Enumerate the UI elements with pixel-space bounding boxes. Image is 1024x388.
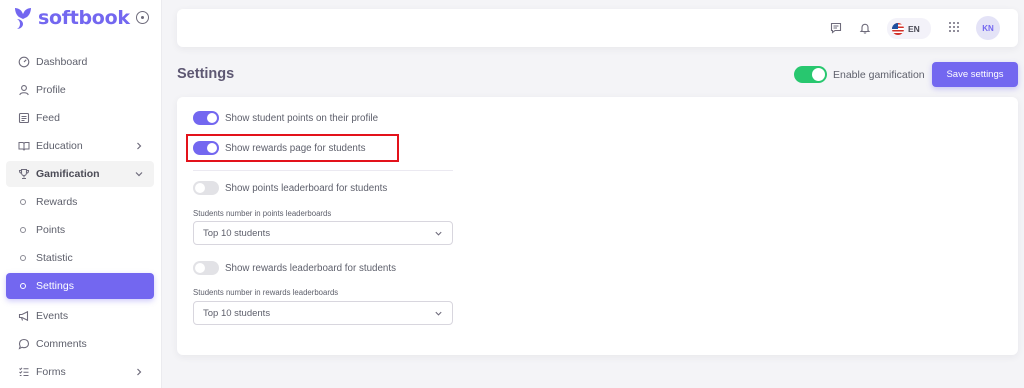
circle-icon [20,283,26,289]
rewards-leaderboard-count-label: Students number in rewards leaderboards [193,288,339,297]
chevron-down-icon [435,311,442,316]
select-value: Top 10 students [203,307,271,319]
user-icon [18,84,30,96]
comment-icon [18,338,30,350]
brand-name: softbook [38,7,130,29]
sidebar-item-label: Education [36,140,83,152]
megaphone-icon [18,310,30,322]
page-title: Settings [177,66,235,82]
apps-grid-icon[interactable] [949,22,960,33]
points-leaderboard-toggle[interactable] [193,181,219,195]
language-label: EN [908,23,920,34]
enable-gamification-label: Enable gamification [833,68,925,81]
sidebar-collapse-button[interactable] [136,11,149,24]
chevron-down-icon [135,172,143,177]
divider [193,170,453,171]
sidebar-item-label: Profile [36,84,66,96]
sidebar-item-points[interactable]: Points [6,217,154,243]
chevron-right-icon [137,142,142,150]
rewards-leaderboard-setting: Show rewards leaderboard for students [193,260,396,276]
points-leaderboard-count-label: Students number in points leaderboards [193,209,332,218]
trophy-icon [18,168,30,180]
chevron-down-icon [435,231,442,236]
sidebar-item-events[interactable]: Events [6,303,154,329]
rewards-leaderboard-toggle[interactable] [193,261,219,275]
enable-gamification[interactable]: Enable gamification [794,66,925,83]
sidebar-item-label: Points [36,224,66,236]
avatar[interactable]: KN [976,16,1000,40]
softbook-logo-icon [15,8,31,29]
sidebar-item-rewards[interactable]: Rewards [6,189,154,215]
circle-icon [20,227,26,233]
points-leaderboard-label: Show points leaderboard for students [225,182,388,194]
sidebar-item-feed[interactable]: Feed [6,105,154,131]
sidebar-item-label: Statistic [36,252,73,264]
sidebar-item-comments[interactable]: Comments [6,331,154,357]
sidebar-item-forms[interactable]: Forms [6,359,154,385]
rewards-page-label: Show rewards page for students [225,142,366,154]
sidebar-item-education[interactable]: Education [6,133,154,159]
sidebar-item-gamification[interactable]: Gamification [6,161,154,187]
rewards-page-toggle[interactable] [193,141,219,155]
sidebar-item-label: Forms [36,366,66,378]
rewards-leaderboard-label: Show rewards leaderboard for students [225,262,396,274]
sidebar-item-statistic[interactable]: Statistic [6,245,154,271]
us-flag-icon [892,22,904,35]
sidebar-item-profile[interactable]: Profile [6,77,154,103]
student-points-setting: Show student points on their profile [193,110,378,126]
rewards-leaderboard-count-select[interactable]: Top 10 students [193,301,453,325]
book-icon [18,140,30,152]
bell-icon[interactable] [859,22,871,34]
student-points-label: Show student points on their profile [225,112,379,124]
settings-card: Show student points on their profile Sho… [177,97,1018,355]
sidebar-item-dashboard[interactable]: Dashboard [6,49,154,75]
chevron-right-icon [137,368,142,376]
feed-icon [18,112,30,124]
save-settings-button[interactable]: Save settings [932,62,1018,87]
sidebar-item-label: Dashboard [36,56,88,68]
circle-icon [20,199,26,205]
sidebar-item-label: Comments [36,338,87,350]
dashboard-icon [18,56,30,68]
sidebar-item-label: Events [36,310,69,322]
sidebar: softbook Dashboard Profile Feed Educatio… [0,0,162,388]
sidebar-item-label: Gamification [36,168,100,180]
circle-icon [20,255,26,261]
sidebar-item-label: Settings [36,280,74,292]
student-points-toggle[interactable] [193,111,219,125]
enable-gamification-toggle[interactable] [794,66,827,83]
points-leaderboard-count-select[interactable]: Top 10 students [193,221,453,245]
sidebar-item-label: Feed [36,112,60,124]
top-header: EN KN [177,9,1018,47]
brand-logo[interactable]: softbook [12,6,130,30]
select-value: Top 10 students [203,227,271,239]
rewards-page-setting: Show rewards page for students [193,140,366,156]
points-leaderboard-setting: Show points leaderboard for students [193,180,387,196]
list-icon [18,366,30,378]
message-icon[interactable] [830,22,842,34]
language-switcher[interactable]: EN [887,18,931,39]
sidebar-item-settings[interactable]: Settings [6,273,154,299]
sidebar-item-label: Rewards [36,196,78,208]
